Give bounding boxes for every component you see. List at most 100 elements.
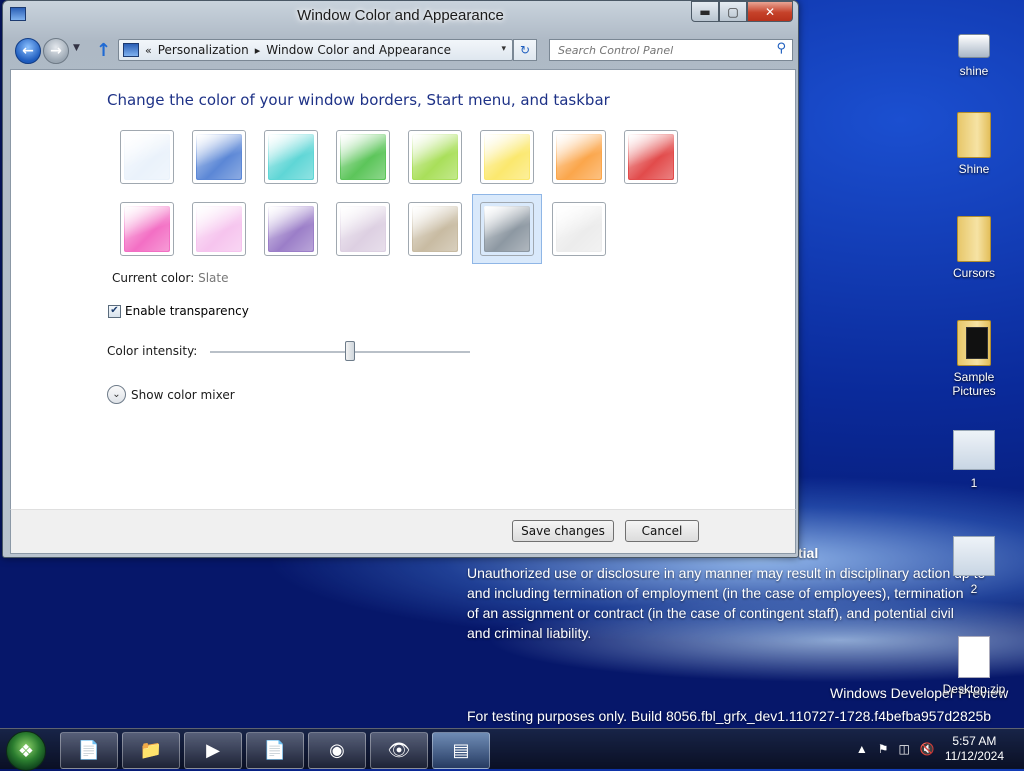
enable-transparency-row[interactable]: ✔ Enable transparency bbox=[108, 304, 249, 318]
up-arrow-icon[interactable]: ↑ bbox=[96, 40, 111, 61]
window-title: Window Color and Appearance bbox=[297, 7, 504, 24]
dialog-button-bar: Save changes Cancel bbox=[10, 509, 796, 554]
color-swatch[interactable] bbox=[120, 202, 174, 256]
back-button[interactable]: ← bbox=[15, 38, 41, 64]
color-swatch[interactable] bbox=[552, 202, 606, 256]
clock[interactable]: 5:57 AM 11/12/2024 bbox=[945, 734, 1004, 764]
color-intensity-slider[interactable] bbox=[345, 341, 356, 361]
recent-pages-dropdown-icon[interactable]: ▼ bbox=[73, 43, 80, 53]
desktop-icon-cursors[interactable]: Cursors bbox=[942, 216, 1006, 280]
taskbar-eyes-app-button[interactable]: 👁 bbox=[370, 732, 428, 769]
color-swatch[interactable] bbox=[408, 130, 462, 184]
taskbar-control-panel-button[interactable]: ▤ bbox=[432, 732, 490, 769]
drive-icon bbox=[958, 34, 990, 58]
current-color-value: Slate bbox=[198, 271, 229, 285]
color-intensity-label: Color intensity: bbox=[107, 344, 198, 358]
folder-icon bbox=[957, 216, 991, 262]
color-swatch[interactable] bbox=[120, 130, 174, 184]
navigation-bar: ← → ▼ ↑ « Personalization ▸ Window Color… bbox=[3, 37, 798, 65]
content-pane: Change the color of your window borders,… bbox=[10, 69, 796, 510]
image-file-icon bbox=[953, 430, 995, 470]
color-swatch[interactable] bbox=[336, 202, 390, 256]
desktop-icon-label: Sample Pictures bbox=[952, 370, 996, 398]
taskbar-notepad-button[interactable]: 📄 bbox=[60, 732, 118, 769]
address-dropdown-icon[interactable]: ▾ bbox=[501, 44, 506, 54]
control-panel-icon bbox=[123, 43, 139, 57]
clock-date: 11/12/2024 bbox=[944, 749, 1004, 763]
chevron-down-icon[interactable]: ⌄ bbox=[107, 385, 126, 404]
enable-transparency-checkbox[interactable]: ✔ bbox=[108, 304, 121, 318]
swatch-color-fill bbox=[196, 134, 242, 180]
document-icon: 📄 bbox=[77, 740, 101, 761]
title-bar[interactable]: Window Color and Appearance ▬ ▢ ✕ bbox=[3, 1, 798, 33]
show-color-mixer-row[interactable]: ⌄ Show color mixer bbox=[107, 385, 235, 404]
taskbar-explorer-button[interactable]: 📁 bbox=[122, 732, 180, 769]
control-panel-icon: ▤ bbox=[452, 740, 470, 761]
color-swatch[interactable] bbox=[624, 130, 678, 184]
desktop-icon-label: 1 bbox=[970, 476, 978, 490]
caption-buttons: ▬ ▢ ✕ bbox=[691, 1, 793, 22]
desktop-icon-1[interactable]: 1 bbox=[942, 430, 1006, 490]
enable-transparency-label: Enable transparency bbox=[125, 304, 249, 318]
desktop-icon-desktop-zip[interactable]: Desktop.zip bbox=[942, 636, 1006, 696]
desktop-icon-label: Desktop.zip bbox=[942, 682, 1006, 696]
page-heading: Change the color of your window borders,… bbox=[107, 91, 610, 109]
volume-muted-icon[interactable]: 🔇 bbox=[920, 742, 935, 756]
swatch-color-fill bbox=[484, 134, 530, 180]
color-swatch[interactable] bbox=[408, 202, 462, 256]
document-icon bbox=[958, 636, 990, 678]
color-intensity-track[interactable] bbox=[210, 351, 470, 354]
swatch-color-fill bbox=[268, 134, 314, 180]
swatch-color-fill bbox=[412, 134, 458, 180]
desktop-icon-shine-folder[interactable]: Shine bbox=[942, 112, 1006, 176]
breadcrumb-personalization[interactable]: Personalization bbox=[158, 43, 249, 57]
color-swatch[interactable] bbox=[552, 130, 606, 184]
refresh-icon[interactable]: ↻ bbox=[513, 39, 537, 61]
flag-icon[interactable]: ⚑ bbox=[878, 742, 889, 756]
close-button[interactable]: ✕ bbox=[747, 1, 793, 22]
swatch-color-fill bbox=[124, 134, 170, 180]
minimize-button[interactable]: ▬ bbox=[691, 1, 719, 22]
taskbar-firefox-button[interactable]: ◉ bbox=[308, 732, 366, 769]
breadcrumb-separator-icon[interactable]: ▸ bbox=[255, 44, 261, 57]
maximize-button[interactable]: ▢ bbox=[719, 1, 747, 22]
color-swatch[interactable] bbox=[336, 130, 390, 184]
color-swatch[interactable] bbox=[192, 202, 246, 256]
start-button[interactable]: ❖ bbox=[6, 731, 46, 771]
taskbar-media-player-button[interactable]: ▶ bbox=[184, 732, 242, 769]
save-changes-button[interactable]: Save changes bbox=[512, 520, 614, 542]
color-swatch[interactable] bbox=[480, 202, 534, 256]
color-swatch[interactable] bbox=[264, 130, 318, 184]
taskbar-document-button[interactable]: 📄 bbox=[246, 732, 304, 769]
window-color-appearance-window: Window Color and Appearance ▬ ▢ ✕ ← → ▼ … bbox=[2, 0, 799, 558]
search-icon[interactable]: ⚲ bbox=[776, 41, 786, 56]
swatch-color-fill bbox=[556, 134, 602, 180]
breadcrumb-window-color[interactable]: Window Color and Appearance bbox=[266, 43, 451, 57]
address-bar[interactable]: « Personalization ▸ Window Color and App… bbox=[118, 39, 513, 61]
desktop-icon-shine-drive[interactable]: shine bbox=[942, 26, 1006, 78]
swatch-color-fill bbox=[340, 206, 386, 252]
cancel-button[interactable]: Cancel bbox=[625, 520, 699, 542]
clock-time: 5:57 AM bbox=[952, 734, 997, 748]
forward-button[interactable]: → bbox=[43, 38, 69, 64]
desktop-icon-sample-pictures[interactable]: Sample Pictures bbox=[942, 320, 1006, 398]
color-swatch[interactable] bbox=[480, 130, 534, 184]
notice-line-3: of an assignment or contract (in the cas… bbox=[467, 605, 954, 621]
media-player-icon: ▶ bbox=[206, 740, 220, 761]
firefox-icon: ◉ bbox=[329, 740, 345, 761]
color-swatch[interactable] bbox=[264, 202, 318, 256]
network-icon[interactable]: ◫ bbox=[899, 742, 910, 756]
current-color-row: Current color: Slate bbox=[112, 271, 229, 285]
current-color-label: Current color: bbox=[112, 271, 195, 285]
document-icon: 📄 bbox=[263, 740, 287, 761]
desktop-icon-2[interactable]: 2 bbox=[942, 536, 1006, 596]
search-input[interactable] bbox=[550, 40, 770, 60]
swatch-color-fill bbox=[412, 206, 458, 252]
color-swatch[interactable] bbox=[192, 130, 246, 184]
search-box[interactable]: ⚲ bbox=[549, 39, 793, 61]
address-prefix[interactable]: « bbox=[145, 44, 152, 57]
watermark-build: For testing purposes only. Build 8056.fb… bbox=[467, 708, 992, 724]
show-color-mixer-label[interactable]: Show color mixer bbox=[131, 388, 235, 402]
show-hidden-icons-icon[interactable]: ▲ bbox=[856, 742, 868, 756]
image-file-icon bbox=[953, 536, 995, 576]
